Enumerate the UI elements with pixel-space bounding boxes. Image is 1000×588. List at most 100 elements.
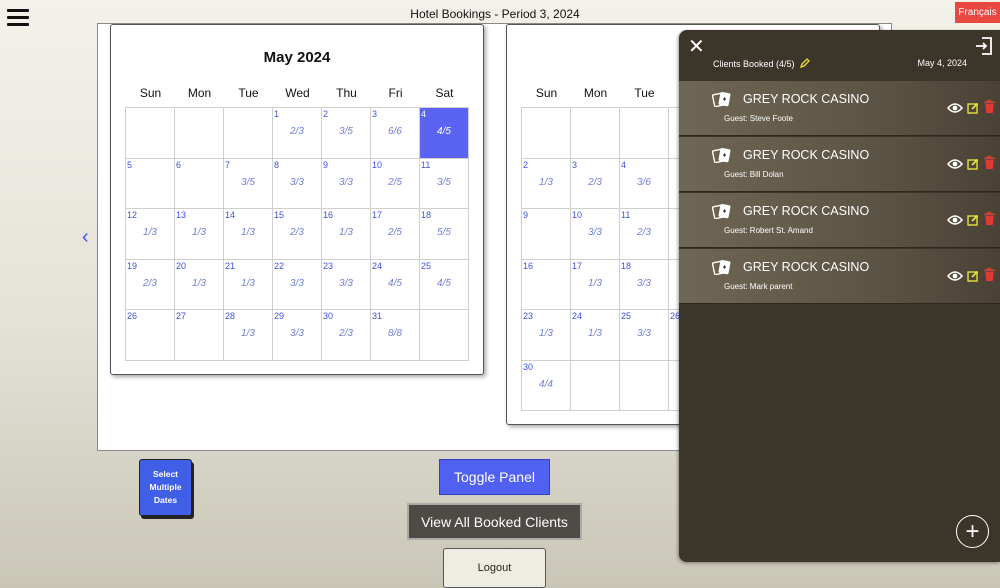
calendar-day-cell[interactable]: 3 2/3 (570, 157, 620, 209)
eye-icon[interactable] (946, 269, 964, 287)
edit-icon[interactable] (967, 157, 979, 175)
calendar-day-cell[interactable]: 2 1/3 (521, 157, 571, 209)
booking-title: GREY ROCK CASINO (743, 148, 870, 162)
calendar-day-cell[interactable]: 9 3/3 (321, 157, 371, 209)
day-number: 4 (621, 159, 627, 170)
calendar-day-cell[interactable]: 27 (174, 309, 224, 361)
day-number: 2 (323, 109, 329, 119)
calendar-day-cell[interactable]: 29 3/3 (272, 309, 322, 361)
calendar-day-cell[interactable]: 1 2/3 (272, 107, 322, 159)
calendar-day-cell[interactable]: 28 1/3 (223, 309, 273, 361)
sign-out-icon[interactable] (974, 36, 994, 61)
calendar-day-cell[interactable]: 8 3/3 (272, 157, 322, 209)
calendar-empty-cell (570, 359, 620, 411)
edit-icon[interactable] (967, 213, 979, 231)
calendar-day-cell[interactable]: 7 3/5 (223, 157, 273, 209)
booking-count: 1/3 (588, 277, 602, 289)
trash-icon[interactable] (984, 156, 995, 174)
eye-icon[interactable] (946, 101, 964, 119)
calendar-day-cell[interactable]: 30 2/3 (321, 309, 371, 361)
selected-date: May 4, 2024 (917, 58, 967, 68)
day-of-week-label: Mon (187, 86, 212, 100)
calendar-day-cell[interactable]: 18 3/3 (619, 258, 669, 310)
chevron-left-icon[interactable]: ‹ (82, 226, 89, 249)
calendar-empty-cell (419, 309, 469, 361)
toggle-panel-button[interactable]: Toggle Panel (439, 459, 550, 495)
calendar-day-cell[interactable]: 25 4/5 (419, 258, 469, 310)
calendar-day-cell[interactable]: 22 3/3 (272, 258, 322, 310)
day-number: 17 (572, 260, 583, 271)
booking-count: 3/3 (290, 328, 304, 339)
close-icon[interactable]: ✕ (688, 37, 705, 57)
calendar-day-cell[interactable]: 12 1/3 (125, 208, 175, 260)
calendar-empty-cell (223, 107, 273, 159)
logout-button[interactable]: Logout (443, 548, 546, 588)
calendar-day-cell[interactable]: 19 2/3 (125, 258, 175, 310)
day-number: 31 (372, 311, 383, 321)
edit-icon[interactable] (967, 101, 979, 119)
language-toggle-button[interactable]: Français (955, 2, 1000, 23)
calendar-day-cell[interactable]: 3 6/6 (370, 107, 420, 159)
booking-count: 1/3 (241, 328, 255, 339)
day-number: 23 (523, 311, 534, 321)
calendar-day-cell[interactable]: 5 (125, 157, 175, 209)
calendar-day-cell[interactable]: 25 3/3 (619, 309, 669, 361)
select-multiple-dates-button[interactable]: Select Multiple Dates (139, 459, 192, 516)
calendar-empty-cell (619, 107, 669, 159)
booking-item[interactable]: GREY ROCK CASINO Guest: Robert St. Amand (679, 193, 1000, 248)
view-all-booked-clients-button[interactable]: View All Booked Clients (407, 503, 582, 540)
booking-item[interactable]: GREY ROCK CASINO Guest: Steve Foote (679, 81, 1000, 136)
calendar-day-cell[interactable]: 14 1/3 (223, 208, 273, 260)
trash-icon[interactable] (984, 268, 995, 286)
booking-item[interactable]: GREY ROCK CASINO Guest: Bill Dolan (679, 137, 1000, 192)
day-number: 21 (225, 260, 236, 271)
calendar-day-cell[interactable]: 9 (521, 208, 571, 260)
edit-icon[interactable] (799, 58, 810, 70)
calendar-day-cell[interactable]: 23 3/3 (321, 258, 371, 310)
calendar-week-row: 1 2/3 2 3/5 3 6/6 4 4/5 (125, 107, 469, 159)
calendar-week-row: 5 6 7 3/5 8 3/3 9 3/3 10 2/5 11 3/5 (125, 157, 469, 209)
calendar-empty-cell (125, 107, 175, 159)
calendar-day-cell[interactable]: 17 2/5 (370, 208, 420, 260)
calendar-day-cell[interactable]: 4 4/5 (419, 107, 469, 159)
calendar-day-cell[interactable]: 13 1/3 (174, 208, 224, 260)
calendar-day-cell[interactable]: 10 2/5 (370, 157, 420, 209)
calendar-day-cell[interactable]: 4 3/6 (619, 157, 669, 209)
add-booking-button[interactable]: + (956, 515, 989, 548)
calendar-day-cell[interactable]: 18 5/5 (419, 208, 469, 260)
booking-count: 2/5 (388, 227, 402, 238)
calendar-day-cell[interactable]: 6 (174, 157, 224, 209)
calendar-day-cell[interactable]: 31 8/8 (370, 309, 420, 361)
calendar-day-cell[interactable]: 16 (521, 258, 571, 310)
calendar-day-cell[interactable]: 16 1/3 (321, 208, 371, 260)
calendar-day-cell[interactable]: 24 4/5 (370, 258, 420, 310)
calendar-day-cell[interactable]: 17 1/3 (570, 258, 620, 310)
day-number: 24 (572, 311, 583, 321)
trash-icon[interactable] (984, 100, 995, 118)
calendar-day-cell[interactable]: 15 2/3 (272, 208, 322, 260)
day-number: 1 (274, 109, 280, 119)
calendar-day-cell[interactable]: 20 1/3 (174, 258, 224, 310)
guest-name: Guest: Robert St. Amand (724, 226, 813, 235)
edit-icon[interactable] (967, 269, 979, 287)
month-title: May 2024 (263, 49, 331, 66)
calendar-day-cell[interactable]: 26 (125, 309, 175, 361)
day-of-week-header: Sun Mon Tue Wed Thu Fri Sat (126, 86, 469, 100)
calendar-week-row: 12 1/3 13 1/3 14 1/3 15 2/3 16 1/3 17 2/5 18 5/5 (125, 208, 469, 260)
calendar-day-cell[interactable]: 24 1/3 (570, 309, 620, 361)
calendar-day-cell[interactable]: 10 3/3 (570, 208, 620, 260)
booking-count: 4/4 (539, 378, 553, 390)
eye-icon[interactable] (946, 213, 964, 231)
calendar-day-cell[interactable]: 11 2/3 (619, 208, 669, 260)
calendar-day-cell[interactable]: 11 3/5 (419, 157, 469, 209)
booking-item[interactable]: GREY ROCK CASINO Guest: Mark parent (679, 249, 1000, 304)
calendar-day-cell[interactable]: 21 1/3 (223, 258, 273, 310)
calendar-day-cell[interactable]: 23 1/3 (521, 309, 571, 361)
trash-icon[interactable] (984, 212, 995, 230)
day-of-week-label: Sat (435, 86, 454, 100)
day-number: 23 (323, 260, 334, 271)
booking-count: 6/6 (388, 126, 402, 137)
eye-icon[interactable] (946, 157, 964, 175)
calendar-day-cell[interactable]: 30 4/4 (521, 359, 571, 411)
calendar-day-cell[interactable]: 2 3/5 (321, 107, 371, 159)
